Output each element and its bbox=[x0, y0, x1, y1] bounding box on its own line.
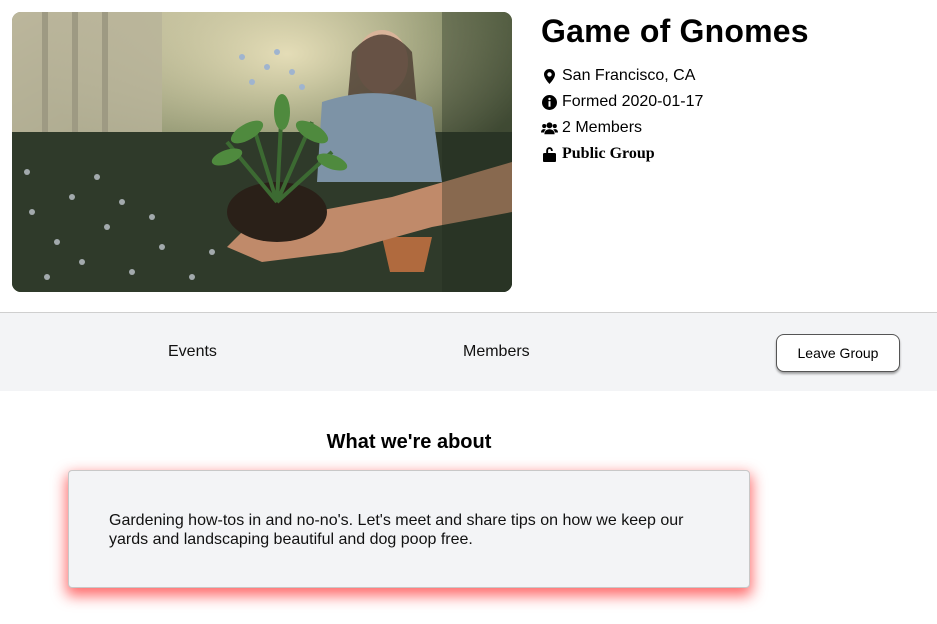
info-circle-icon bbox=[541, 94, 558, 110]
users-icon bbox=[541, 120, 558, 136]
group-info: Game of Gnomes San Francisco, CA Formed … bbox=[541, 12, 931, 167]
group-privacy: Public Group bbox=[562, 145, 655, 162]
group-nav-bar: Events Members Leave Group bbox=[0, 312, 937, 391]
location-row: San Francisco, CA bbox=[541, 63, 931, 89]
unlock-icon bbox=[541, 146, 558, 162]
leave-group-button[interactable]: Leave Group bbox=[776, 334, 900, 372]
about-description: Gardening how-tos in and no-no's. Let's … bbox=[109, 512, 684, 548]
group-member-count: 2 Members bbox=[562, 119, 643, 136]
privacy-row: Public Group bbox=[541, 141, 931, 167]
about-card: Gardening how-tos in and no-no's. Let's … bbox=[68, 470, 750, 588]
group-details: San Francisco, CA Formed 2020-01-17 2 Me… bbox=[541, 63, 931, 167]
about-heading: What we're about bbox=[326, 431, 492, 453]
group-location: San Francisco, CA bbox=[562, 67, 696, 84]
tab-events[interactable]: Events bbox=[168, 343, 217, 361]
tab-members[interactable]: Members bbox=[463, 343, 530, 361]
gardening-photo bbox=[12, 12, 512, 292]
map-marker-icon bbox=[541, 68, 558, 84]
group-title: Game of Gnomes bbox=[541, 13, 809, 49]
group-formed-date: Formed 2020-01-17 bbox=[562, 93, 704, 110]
members-row: 2 Members bbox=[541, 115, 931, 141]
group-cover-photo bbox=[12, 12, 512, 292]
formed-row: Formed 2020-01-17 bbox=[541, 89, 931, 115]
